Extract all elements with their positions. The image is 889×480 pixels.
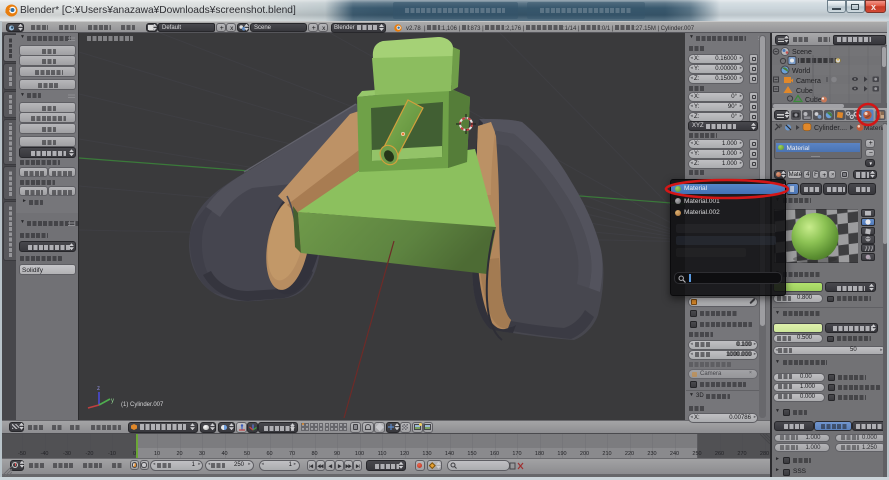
svg-text:Cylinder....: Cylinder.... [814,125,847,132]
svg-text:z: z [97,386,100,392]
svg-text:World: World [792,68,810,75]
svg-text:y: y [111,398,114,404]
svg-text:Cube: Cube [796,88,813,95]
svg-text:Scene: Scene [792,49,812,56]
svg-text:Camera: Camera [796,78,821,85]
